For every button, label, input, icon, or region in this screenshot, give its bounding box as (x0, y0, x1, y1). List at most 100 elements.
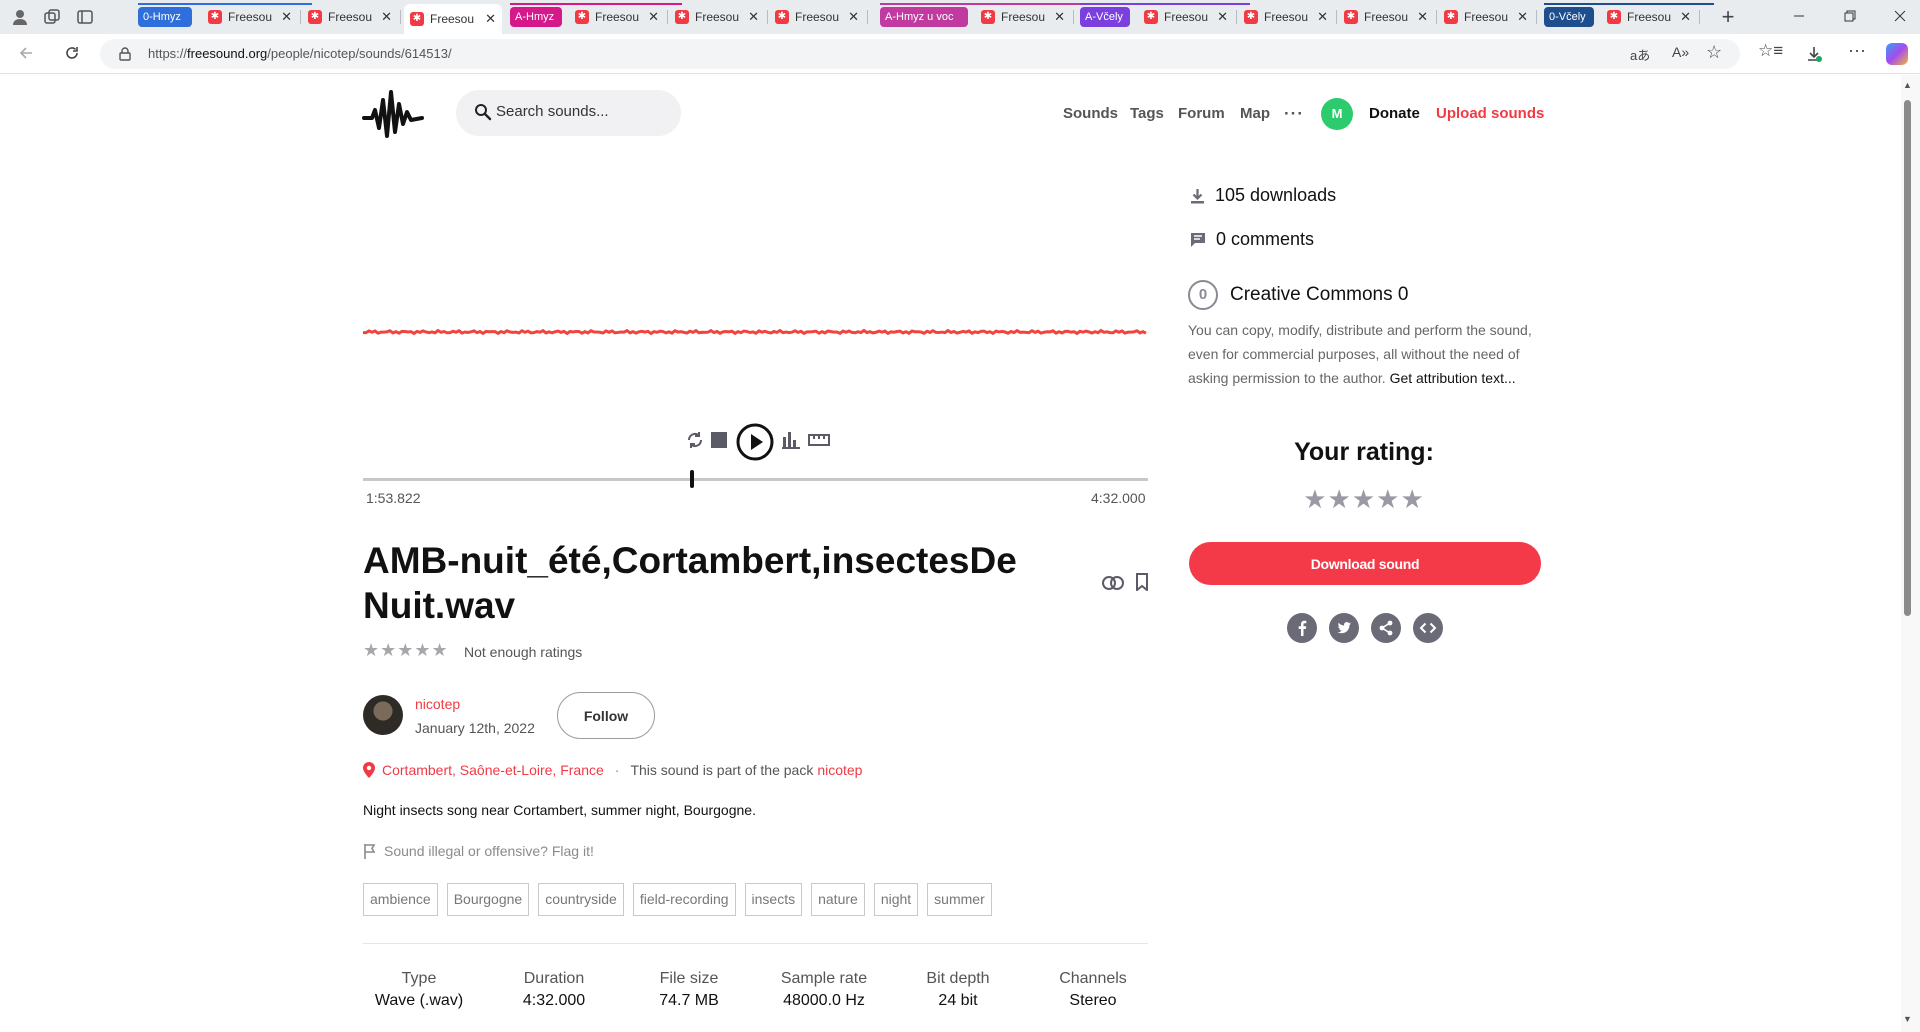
favorite-star-icon[interactable]: ☆ (1706, 42, 1722, 63)
tab-group-chip[interactable]: 0-Včely (1544, 7, 1594, 27)
workspaces-icon[interactable] (43, 8, 61, 26)
location-row: Cortambert, Saône-et-Loire, France · Thi… (363, 762, 862, 778)
search-box[interactable] (456, 90, 681, 136)
profile-icon[interactable] (11, 8, 29, 26)
tab-group-chip[interactable]: A-Hmyz u voc (880, 7, 968, 27)
downloads-count[interactable]: 105 downloads (1215, 185, 1336, 206)
location-link[interactable]: Cortambert, Saône-et-Loire, France (382, 762, 604, 778)
tab-close-icon[interactable]: ✕ (1517, 9, 1528, 25)
tab-title: Freesou (695, 10, 740, 24)
bookmark-icon[interactable] (1135, 573, 1149, 591)
tag-chip[interactable]: night (873, 883, 919, 916)
nav-sounds[interactable]: Sounds (1063, 105, 1118, 122)
follow-button[interactable]: Follow (557, 692, 655, 739)
browser-tab[interactable]: ✱ Freesou ✕ (1438, 4, 1534, 30)
read-aloud-icon[interactable]: A» (1672, 44, 1689, 60)
tab-close-icon[interactable]: ✕ (1217, 9, 1228, 25)
tab-close-icon[interactable]: ✕ (1317, 9, 1328, 25)
freesound-logo[interactable] (362, 88, 424, 140)
tab-close-icon[interactable]: ✕ (381, 9, 392, 25)
stop-icon[interactable] (710, 431, 728, 449)
uploader-avatar[interactable] (363, 695, 403, 735)
download-sound-button[interactable]: Download sound (1189, 542, 1541, 585)
tab-close-icon[interactable]: ✕ (748, 9, 759, 25)
tab-group-chip[interactable]: A-Včely (1080, 7, 1130, 27)
tag-chip[interactable]: Bourgogne (446, 883, 530, 916)
minimize-button[interactable] (1792, 9, 1806, 23)
tab-group-chip[interactable]: A-Hmyz (510, 7, 562, 27)
tab-close-icon[interactable]: ✕ (1680, 9, 1691, 25)
reload-button[interactable] (61, 44, 83, 66)
tag-chip[interactable]: insects (744, 883, 803, 916)
tab-close-icon[interactable]: ✕ (1054, 9, 1065, 25)
nav-map[interactable]: Map (1240, 105, 1270, 122)
browser-tab[interactable]: ✱ Freesou ✕ (975, 4, 1071, 30)
tag-chip[interactable]: ambience (363, 883, 438, 916)
browser-tab[interactable]: ✱ Freesou ✕ (1138, 4, 1234, 30)
waveform[interactable] (363, 327, 1148, 337)
search-icon[interactable] (474, 103, 492, 121)
scroll-up-icon[interactable]: ▲ (1903, 80, 1912, 90)
spec-label: Type (401, 970, 437, 987)
tag-chip[interactable]: countryside (538, 883, 624, 916)
nav-tags[interactable]: Tags (1130, 105, 1164, 122)
browser-tab-active[interactable]: ✱ Freesou ✕ (404, 4, 502, 34)
url-box[interactable]: https://freesound.org/people/nicotep/sou… (100, 39, 1740, 69)
playhead[interactable] (689, 470, 694, 488)
donate-link[interactable]: Donate (1369, 105, 1420, 122)
restore-button[interactable] (1843, 9, 1857, 23)
spectrogram-icon[interactable] (782, 431, 800, 449)
browser-tab[interactable]: ✱ Freesou ✕ (669, 4, 765, 30)
tab-actions-icon[interactable] (76, 8, 94, 26)
url-text[interactable]: https://freesound.org/people/nicotep/sou… (148, 46, 452, 61)
search-input[interactable] (496, 103, 666, 120)
scroll-down-icon[interactable]: ▼ (1903, 1014, 1912, 1024)
browser-tab[interactable]: ✱ Freesou ✕ (1338, 4, 1434, 30)
downloads-icon[interactable] (1805, 45, 1823, 63)
browser-tab[interactable]: ✱ Freesou ✕ (769, 4, 865, 30)
nav-more-icon[interactable]: ··· (1284, 104, 1304, 124)
share-icon[interactable] (1371, 613, 1401, 643)
uploader-name[interactable]: nicotep (415, 696, 460, 712)
ruler-icon[interactable] (808, 433, 830, 447)
progress-track[interactable] (363, 478, 1148, 481)
copilot-icon[interactable] (1886, 43, 1908, 65)
user-avatar[interactable]: M (1321, 98, 1353, 130)
tag-chip[interactable]: field-recording (632, 883, 736, 916)
browser-tab[interactable]: ✱ Freesou ✕ (202, 4, 298, 30)
tag-chip[interactable]: nature (811, 883, 865, 916)
tag-chip[interactable]: summer (927, 883, 992, 916)
browser-tab[interactable]: ✱ Freesou ✕ (569, 4, 665, 30)
back-button[interactable] (15, 44, 37, 66)
tab-close-icon[interactable]: ✕ (485, 11, 496, 27)
translate-icon[interactable]: aあ (1630, 45, 1650, 64)
loop-icon[interactable] (686, 431, 704, 449)
tab-group-chip[interactable]: 0-Hmyz (138, 7, 192, 27)
embed-icon[interactable] (1413, 613, 1443, 643)
similar-sounds-icon[interactable] (1102, 575, 1124, 591)
upload-sounds-link[interactable]: Upload sounds (1436, 105, 1544, 122)
tab-close-icon[interactable]: ✕ (848, 9, 859, 25)
facebook-icon[interactable] (1287, 613, 1317, 643)
tab-close-icon[interactable]: ✕ (648, 9, 659, 25)
your-rating-stars[interactable]: ★★★★★ (1188, 484, 1540, 515)
attribution-link[interactable]: Get attribution text... (1390, 370, 1516, 386)
settings-more-icon[interactable]: ··· (1848, 40, 1866, 61)
new-tab-button[interactable]: + (1716, 4, 1740, 30)
tab-close-icon[interactable]: ✕ (1417, 9, 1428, 25)
comments-count[interactable]: 0 comments (1216, 229, 1314, 250)
close-window-button[interactable] (1893, 9, 1907, 23)
play-icon[interactable] (736, 423, 774, 461)
browser-tab[interactable]: ✱ Freesou ✕ (302, 4, 398, 30)
nav-forum[interactable]: Forum (1178, 105, 1225, 122)
scrollbar-thumb[interactable] (1904, 100, 1911, 616)
license-title[interactable]: Creative Commons 0 (1230, 284, 1408, 306)
tab-close-icon[interactable]: ✕ (281, 9, 292, 25)
favorites-icon[interactable]: ☆≡ (1758, 41, 1783, 61)
flag-link[interactable]: Sound illegal or offensive? Flag it! (363, 843, 594, 859)
browser-tab[interactable]: ✱ Freesou ✕ (1238, 4, 1334, 30)
twitter-icon[interactable] (1329, 613, 1359, 643)
browser-tab[interactable]: ✱ Freesou ✕ (1601, 4, 1697, 30)
pack-link[interactable]: nicotep (817, 762, 862, 778)
lock-icon[interactable] (118, 47, 132, 61)
